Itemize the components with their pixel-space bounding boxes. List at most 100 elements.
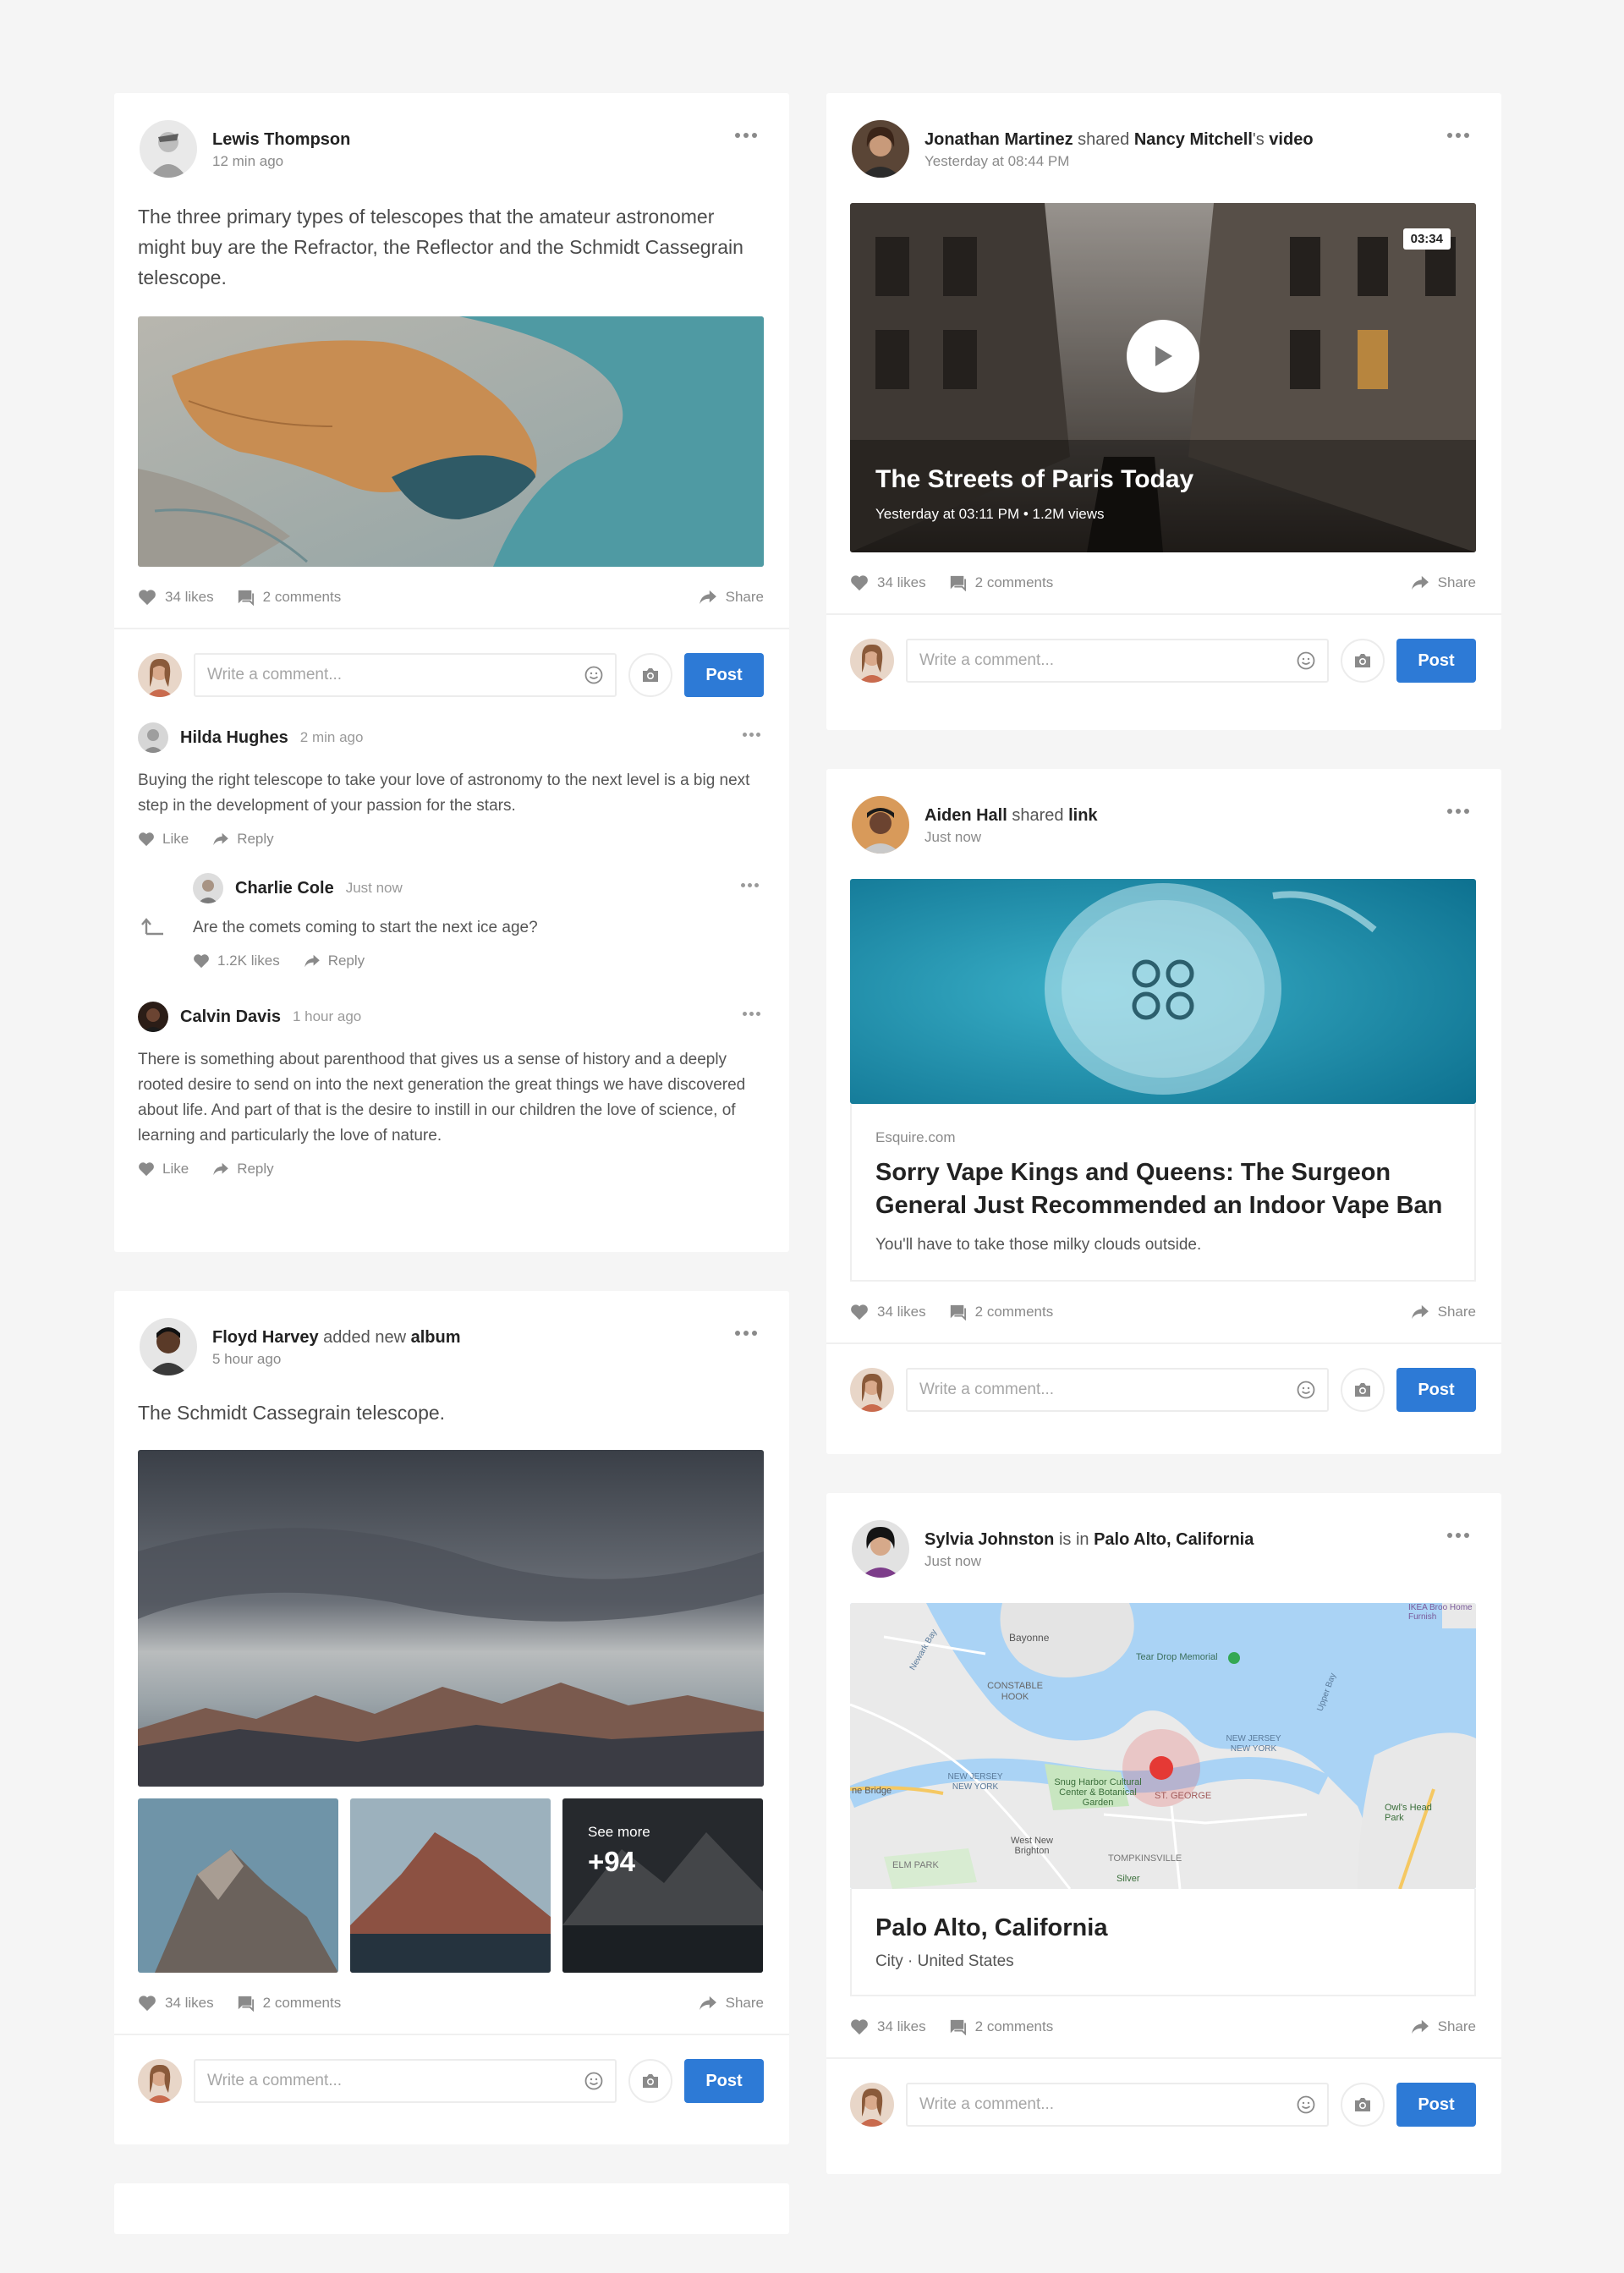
comment-reply-button[interactable]: Reply [304,953,365,969]
author-name[interactable]: Aiden Hall [924,806,1007,825]
comment-input[interactable]: Write a comment... [906,2083,1329,2127]
post-comment-button[interactable]: Post [1396,2083,1476,2127]
like-button[interactable]: 34 likes [138,1995,214,2012]
post-comment-button[interactable]: Post [1396,1368,1476,1412]
link-preview-image[interactable] [850,879,1476,1104]
camera-icon [1355,1383,1370,1397]
comment-like-button[interactable]: 1.2K likes [193,953,280,969]
album-thumbnail[interactable] [138,1798,338,1973]
comment-input[interactable]: Write a comment... [194,2059,617,2103]
comment-author[interactable]: Hilda Hughes [180,728,288,748]
more-options-icon[interactable] [732,127,760,144]
comment-more-icon[interactable] [743,733,760,737]
post-card-jonathan: Jonathan Martinez shared Nancy Mitchell'… [826,93,1501,730]
avatar[interactable] [140,1318,197,1375]
avatar[interactable] [852,796,909,854]
more-options-icon[interactable] [1444,127,1473,144]
album-see-more[interactable]: See more +94 [562,1798,763,1973]
post-image[interactable] [138,316,764,567]
comments-button[interactable]: 2 comments [948,574,1053,591]
avatar[interactable] [138,722,168,753]
post-comment-button[interactable]: Post [684,653,764,697]
share-icon [699,1996,716,2011]
share-button[interactable]: Share [1411,1304,1476,1320]
camera-button[interactable] [1341,2083,1385,2127]
album-link[interactable]: album [411,1328,461,1347]
more-options-icon[interactable] [1444,1527,1473,1544]
emoji-icon[interactable] [584,2072,603,2090]
post-comment-button[interactable]: Post [1396,639,1476,683]
comments-button[interactable]: 2 comments [236,589,341,606]
author-name[interactable]: Sylvia Johnston [924,1530,1054,1549]
author-name[interactable]: Jonathan Martinez [924,130,1073,149]
author-name[interactable]: Floyd Harvey [212,1328,319,1347]
camera-button[interactable] [1341,639,1385,683]
avatar[interactable] [138,1002,168,1032]
shared-user-link[interactable]: Nancy Mitchell [1134,130,1253,149]
emoji-icon[interactable] [1297,651,1315,670]
post-card-floyd: Floyd Harvey added new album 5 hour ago … [114,1291,789,2144]
place-title[interactable]: Palo Alto, California [875,1914,1451,1942]
comment-input[interactable]: Write a comment... [906,639,1329,683]
link-title[interactable]: Sorry Vape Kings and Queens: The Surgeon… [875,1156,1451,1222]
share-button[interactable]: Share [1411,574,1476,591]
share-button[interactable]: Share [1411,2018,1476,2035]
map-label: TOMPKINSVILLE [1108,1853,1182,1864]
like-button[interactable]: 34 likes [850,2018,926,2035]
share-icon [1411,1304,1429,1320]
camera-button[interactable] [628,2059,672,2103]
avatar[interactable] [193,873,223,903]
current-user-avatar [850,1368,894,1412]
camera-button[interactable] [628,653,672,697]
author-name[interactable]: Lewis Thompson [212,130,350,149]
video-link[interactable]: video [1269,130,1313,149]
album-main-image[interactable] [138,1450,764,1787]
place-info-box[interactable]: Palo Alto, California City · United Stat… [850,1889,1476,1996]
comment-reply-button[interactable]: Reply [212,1161,274,1178]
comments-button[interactable]: 2 comments [236,1995,341,2012]
comment-input[interactable]: Write a comment... [906,1368,1329,1412]
avatar[interactable] [140,120,197,178]
link-preview-box[interactable]: Esquire.com Sorry Vape Kings and Queens:… [850,1104,1476,1282]
camera-button[interactable] [1341,1368,1385,1412]
share-label: Share [725,1995,764,2011]
comment-placeholder: Write a comment... [919,1381,1055,1398]
comment-input[interactable]: Write a comment... [194,653,617,697]
comment-like-button[interactable]: Like [138,1161,189,1178]
avatar[interactable] [852,120,909,178]
place-link[interactable]: Palo Alto, California [1094,1530,1254,1549]
comment-reply-button[interactable]: Reply [212,831,274,848]
emoji-icon[interactable] [584,666,603,684]
likes-count: 34 likes [165,589,214,605]
comment-text: Are the comets coming to start the next … [193,919,538,936]
comments-button[interactable]: 2 comments [948,2018,1053,2035]
avatar[interactable] [852,1520,909,1578]
more-options-icon[interactable] [732,1325,760,1342]
video-title: The Streets of Paris Today [875,465,1194,493]
post-author-line: Lewis Thompson [212,128,350,151]
map-label: ST. GEORGE [1155,1791,1212,1801]
share-button[interactable]: Share [699,1995,764,2012]
comment-bar: Write a comment... Post [826,615,1501,706]
share-button[interactable]: Share [699,589,764,606]
post-comment-button[interactable]: Post [684,2059,764,2103]
like-button[interactable]: 34 likes [850,574,926,591]
link-label[interactable]: link [1068,806,1097,825]
comment-author[interactable]: Charlie Cole [235,879,334,898]
comment-more-icon[interactable] [741,883,759,887]
location-map[interactable]: Bayonne CONSTABLE HOOK Tear Drop Memoria… [850,1603,1476,1889]
like-button[interactable]: 34 likes [138,589,214,606]
like-button[interactable]: 34 likes [850,1304,926,1320]
post-text: The Schmidt Cassegrain telescope. [138,1402,446,1424]
video-player[interactable]: 03:34 The Streets of Paris Today Yesterd… [850,203,1476,552]
comment-author[interactable]: Calvin Davis [180,1007,281,1027]
comments-button[interactable]: 2 comments [948,1304,1053,1320]
more-options-icon[interactable] [1444,803,1473,820]
play-button[interactable] [1127,320,1199,393]
comment-like-button[interactable]: Like [138,831,189,848]
emoji-icon[interactable] [1297,1381,1315,1399]
emoji-icon[interactable] [1297,2095,1315,2114]
post-card-sylvia: Sylvia Johnston is in Palo Alto, Califor… [826,1493,1501,2174]
comment-more-icon[interactable] [743,1012,760,1016]
album-thumbnail[interactable] [350,1798,551,1973]
